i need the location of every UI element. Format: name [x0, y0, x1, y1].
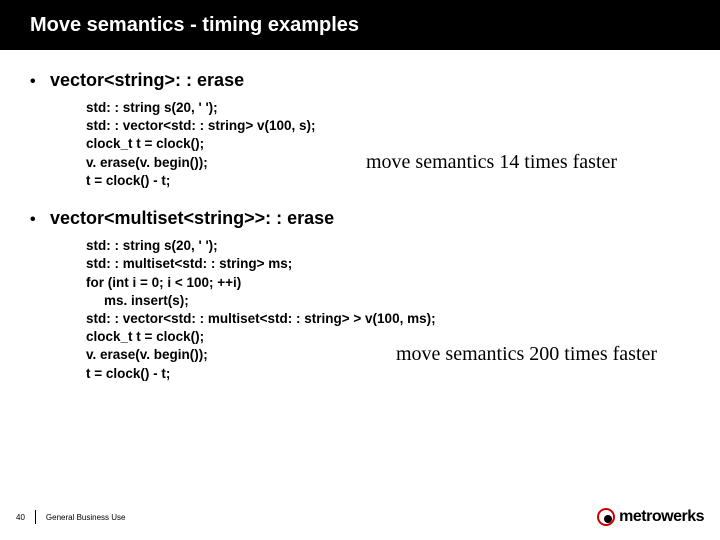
divider-icon — [35, 510, 36, 524]
bullet-1-heading: vector<string>: : erase — [50, 70, 244, 91]
code-line: for (int i = 0; i < 100; ++i) — [86, 274, 690, 292]
code-line: std: : vector<std: : string> v(100, s); — [86, 117, 690, 135]
footer-left: 40 General Business Use — [16, 510, 126, 524]
bullet-1: • vector<string>: : erase — [30, 70, 690, 91]
code-line: std: : string s(20, ' '); — [86, 99, 690, 117]
bullet-dot-icon: • — [30, 211, 50, 229]
callout-1: move semantics 14 times faster — [366, 149, 617, 176]
bullet-2-heading: vector<multiset<string>>: : erase — [50, 208, 334, 229]
code-line: std: : multiset<std: : string> ms; — [86, 255, 690, 273]
slide-title-bar: Move semantics - timing examples — [0, 0, 720, 50]
slide-content: • vector<string>: : erase std: : string … — [0, 50, 720, 383]
bullet-dot-icon: • — [30, 73, 50, 91]
code-block-1: std: : string s(20, ' '); std: : vector<… — [86, 99, 690, 190]
code-block-2: std: : string s(20, ' '); std: : multise… — [86, 237, 690, 383]
logo-mark-icon — [597, 508, 615, 526]
callout-2: move semantics 200 times faster — [396, 341, 657, 368]
slide-title: Move semantics - timing examples — [30, 14, 359, 37]
brand-logo: metrowerks — [597, 508, 704, 526]
code-line: std: : vector<std: : multiset<std: : str… — [86, 310, 690, 328]
slide-footer: 40 General Business Use metrowerks — [16, 508, 704, 526]
code-line: ms. insert(s); — [86, 292, 690, 310]
code-line: std: : string s(20, ' '); — [86, 237, 690, 255]
slide-number: 40 — [16, 513, 25, 522]
classification-label: General Business Use — [46, 513, 126, 522]
bullet-2: • vector<multiset<string>>: : erase — [30, 208, 690, 229]
logo-text: metrowerks — [619, 508, 704, 526]
